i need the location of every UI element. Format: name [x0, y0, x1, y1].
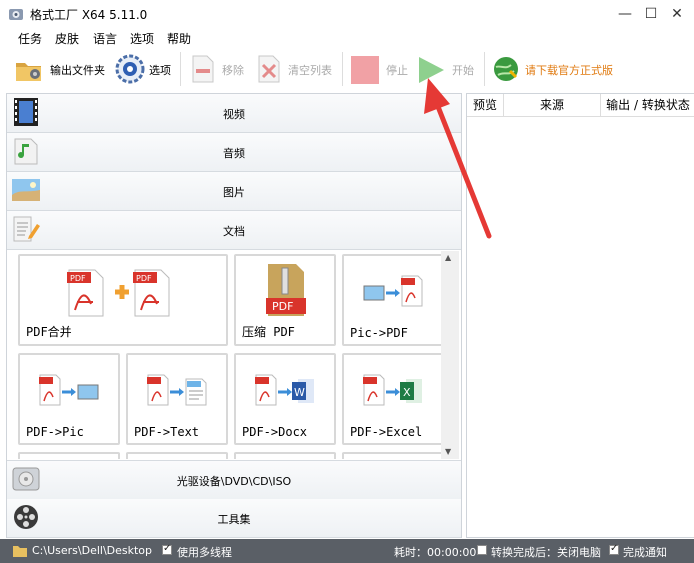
- compress-pdf-icon: PDF: [266, 264, 306, 316]
- toolbar: 输出文件夹 选项 移除 清空列表 停止 开始 请下载官方正式版: [0, 48, 694, 92]
- category-image[interactable]: 图片: [7, 172, 461, 211]
- stop-icon: [351, 56, 379, 84]
- toolbar-divider: [342, 52, 343, 86]
- category-disc-label: 光驱设备\DVD\CD\ISO: [176, 475, 292, 488]
- pdf-merge-icon: PDF PDF: [67, 269, 170, 317]
- tool-tile-partial[interactable]: [126, 452, 228, 459]
- menu-skin[interactable]: 皮肤: [55, 30, 79, 47]
- multithread-label: 使用多线程: [177, 546, 232, 559]
- shutdown-checkbox[interactable]: [477, 545, 487, 555]
- clear-list-icon: [258, 55, 280, 83]
- pdf-to-text-icon: [147, 374, 207, 406]
- tool-label: PDF->Text: [134, 425, 200, 439]
- tool-tile-pdf-to-docx[interactable]: W PDF->Docx: [234, 353, 336, 445]
- gear-icon: [115, 54, 145, 84]
- options-button[interactable]: 选项: [114, 52, 176, 86]
- document-tools-grid: PDF PDF PDF合并 PDF 压缩 PDF Pic->PDF PDF->P…: [7, 251, 461, 459]
- folder-icon[interactable]: [12, 544, 28, 558]
- tool-label: Pic->PDF: [350, 326, 408, 340]
- category-panel: 视频 音频 图片 文档 PDF PDF PDF合并 PDF 压缩 PDF Pic…: [6, 93, 462, 538]
- column-header-output-status[interactable]: 输出 / 转换状态: [601, 94, 694, 117]
- title-bar: 格式工厂 X64 5.11.0 — ☐ ✕: [0, 0, 694, 28]
- tool-label: 压缩 PDF: [242, 325, 295, 339]
- tool-tile-pdf-to-text[interactable]: PDF->Text: [126, 353, 228, 445]
- tool-tile-partial[interactable]: [234, 452, 336, 459]
- remove-document-icon: [192, 55, 214, 83]
- category-toolbox[interactable]: 工具集: [7, 499, 461, 538]
- notify-label: 完成通知: [623, 546, 667, 559]
- tool-tile-pdf-to-pic[interactable]: PDF->Pic: [18, 353, 120, 445]
- shutdown-label: 转换完成后：关闭电脑: [491, 546, 601, 559]
- elapsed-time: 耗时：00:00:00: [394, 546, 477, 559]
- download-official-label: 请下载官方正式版: [525, 64, 613, 77]
- category-video-label: 视频: [223, 108, 245, 121]
- column-header-source[interactable]: 来源: [504, 94, 601, 117]
- tool-tile-partial[interactable]: [342, 452, 444, 459]
- clear-list-button[interactable]: 清空列表: [256, 52, 338, 86]
- menu-options[interactable]: 选项: [130, 30, 154, 47]
- format-factory-app-icon: [9, 9, 23, 20]
- menu-task[interactable]: 任务: [18, 30, 42, 47]
- tool-label: PDF合并: [26, 325, 72, 339]
- category-image-label: 图片: [223, 186, 245, 199]
- tools-scrollbar[interactable]: ▲ ▼: [441, 251, 459, 459]
- category-document[interactable]: 文档: [7, 211, 461, 250]
- pdf-to-excel-icon: X: [363, 374, 422, 406]
- tool-tile-pdf-merge[interactable]: PDF PDF PDF合并: [18, 254, 228, 346]
- svg-text:W: W: [294, 386, 305, 399]
- multithread-checkbox[interactable]: [162, 543, 172, 555]
- category-disc[interactable]: 光驱设备\DVD\CD\ISO: [7, 460, 461, 500]
- category-audio[interactable]: 音频: [7, 133, 461, 172]
- remove-label: 移除: [222, 64, 244, 77]
- category-document-label: 文档: [223, 225, 245, 238]
- svg-text:PDF: PDF: [272, 300, 293, 313]
- svg-text:PDF: PDF: [70, 274, 86, 283]
- output-path[interactable]: C:\Users\Dell\Desktop: [32, 544, 152, 557]
- red-arrow-annotation: [424, 78, 492, 239]
- notify-checkbox[interactable]: [609, 543, 619, 555]
- window-title: 格式工厂 X64 5.11.0: [30, 8, 148, 22]
- tool-tile-pdf-to-excel[interactable]: X PDF->Excel: [342, 353, 444, 445]
- category-video[interactable]: 视频: [7, 94, 461, 133]
- tool-label: PDF->Docx: [242, 425, 308, 439]
- tool-tile-compress-pdf[interactable]: PDF 压缩 PDF: [234, 254, 336, 346]
- menu-help[interactable]: 帮助: [167, 30, 191, 47]
- menu-language[interactable]: 语言: [93, 30, 117, 47]
- svg-text:X: X: [403, 386, 411, 399]
- tool-label: PDF->Pic: [26, 425, 84, 439]
- tool-tile-pic-to-pdf[interactable]: Pic->PDF: [342, 254, 444, 346]
- category-audio-label: 音频: [223, 147, 245, 160]
- download-official-link[interactable]: 请下载官方正式版: [492, 52, 622, 86]
- close-button[interactable]: ✕: [654, 0, 694, 28]
- scrollbar-track[interactable]: [445, 255, 455, 445]
- tool-label: PDF->Excel: [350, 425, 423, 439]
- clear-list-label: 清空列表: [288, 64, 332, 77]
- category-toolbox-label: 工具集: [217, 513, 251, 526]
- options-label: 选项: [149, 64, 171, 77]
- pdf-to-word-icon: W: [255, 374, 314, 406]
- output-folder-label: 输出文件夹: [50, 64, 105, 77]
- tool-tile-partial[interactable]: [18, 452, 120, 459]
- status-bar: C:\Users\Dell\Desktop 使用多线程 耗时：00:00:00 …: [0, 539, 694, 563]
- menu-bar: 任务 皮肤 语言 选项 帮助: [0, 28, 694, 48]
- folder-icon: [16, 63, 41, 81]
- svg-text:PDF: PDF: [136, 274, 152, 283]
- pic-to-pdf-icon: [363, 275, 423, 307]
- output-folder-button[interactable]: 输出文件夹: [14, 54, 110, 86]
- pdf-to-pic-icon: [39, 374, 99, 406]
- toolbar-divider: [180, 52, 181, 86]
- remove-button[interactable]: 移除: [190, 52, 248, 86]
- scroll-down-arrow-icon[interactable]: ▼: [445, 447, 451, 456]
